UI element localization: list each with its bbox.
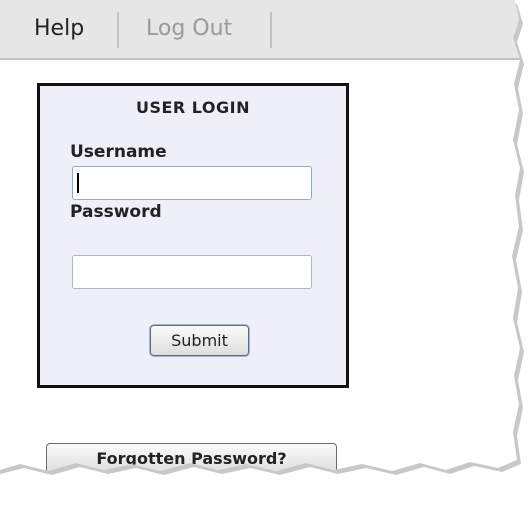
torn-paper-sheet: Help Log Out USER LOGIN Username Passwor… [0, 0, 529, 505]
menu-divider [117, 12, 119, 48]
username-label: Username [70, 142, 167, 162]
top-menu-bar: Help Log Out [0, 0, 520, 60]
password-label: Password [70, 202, 162, 222]
help-link[interactable]: Help [34, 16, 84, 41]
username-input[interactable] [72, 166, 312, 200]
page-content: Help Log Out USER LOGIN Username Passwor… [0, 0, 520, 471]
password-input[interactable] [72, 255, 312, 289]
submit-button[interactable]: Submit [150, 325, 249, 356]
logout-link[interactable]: Log Out [146, 16, 232, 41]
text-cursor [77, 173, 79, 193]
menu-divider [270, 12, 272, 48]
login-title: USER LOGIN [135, 98, 251, 117]
user-login-panel: USER LOGIN Username Password Submit [37, 83, 349, 388]
